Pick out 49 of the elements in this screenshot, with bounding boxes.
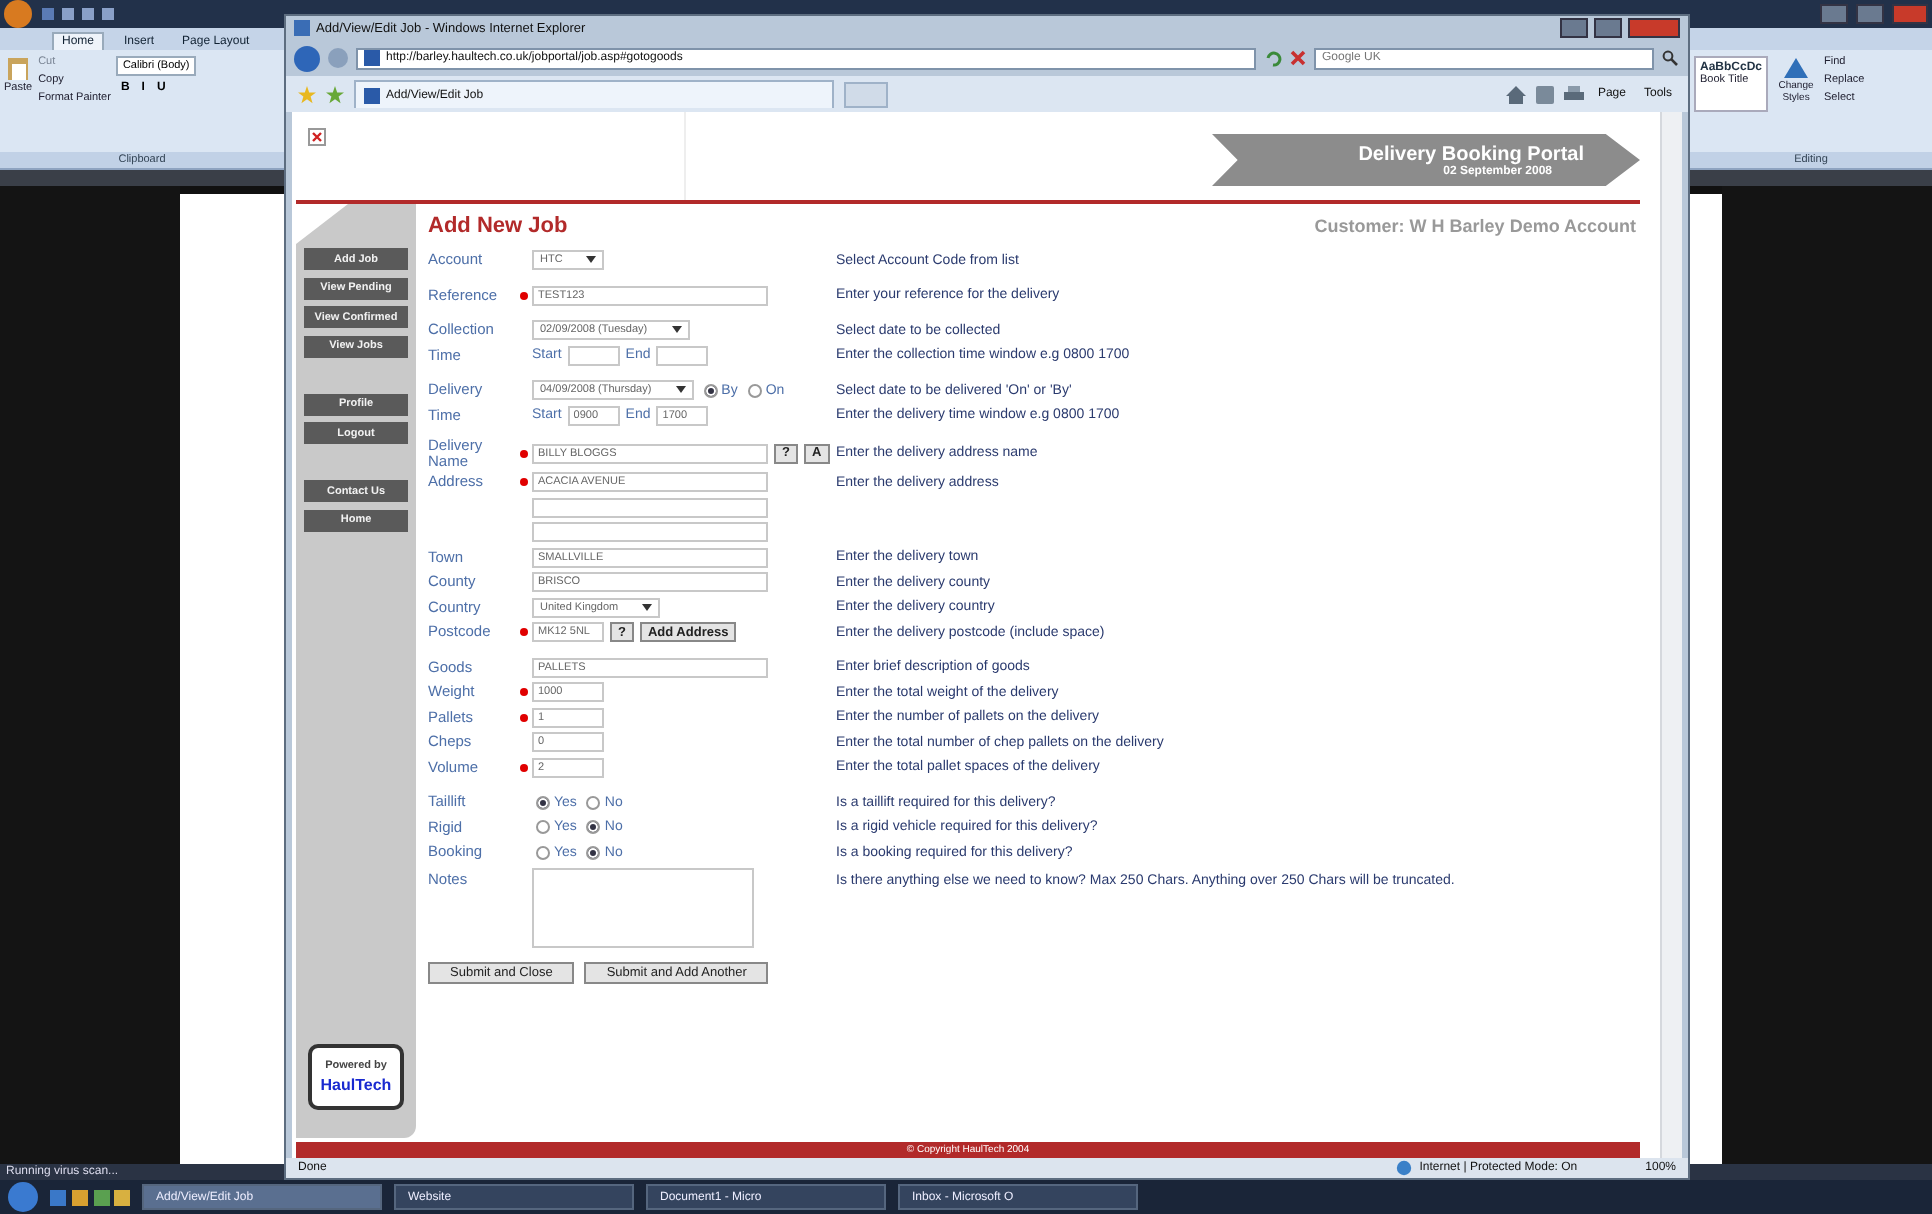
search-icon[interactable] — [1662, 50, 1678, 66]
portal-title: Delivery Booking Portal — [1358, 143, 1584, 165]
close-icon[interactable] — [1628, 18, 1680, 38]
caret-icon — [586, 256, 597, 265]
maximize-icon[interactable] — [1594, 18, 1622, 38]
required-dot — [520, 713, 528, 721]
feed-icon[interactable] — [1535, 85, 1554, 103]
quick-launch-icon[interactable] — [50, 1187, 130, 1207]
page-icon — [294, 20, 310, 36]
back-button[interactable] — [294, 45, 320, 71]
page-heading: Add New Job — [428, 214, 568, 238]
quick-access-icon[interactable] — [40, 6, 120, 22]
home-icon[interactable] — [1505, 85, 1526, 103]
required-dot — [520, 688, 528, 696]
new-tab-button[interactable] — [844, 81, 888, 107]
page-icon — [364, 87, 380, 103]
forward-button[interactable] — [328, 48, 348, 68]
add-favorites-icon[interactable] — [326, 85, 344, 103]
broken-image-icon — [308, 128, 326, 146]
clipboard-icon — [6, 56, 31, 82]
caret-icon — [642, 603, 653, 611]
start-button[interactable] — [8, 1182, 38, 1212]
caret-icon — [675, 386, 686, 395]
close-icon[interactable] — [1892, 4, 1928, 24]
maximize-icon[interactable] — [1856, 4, 1884, 24]
notes-field[interactable] — [532, 868, 754, 949]
end-time-field[interactable] — [656, 345, 709, 366]
page-icon — [364, 50, 380, 66]
scrollbar[interactable] — [1660, 112, 1682, 1158]
required-dot — [520, 628, 528, 636]
triangle-icon — [1782, 56, 1811, 80]
refresh-icon[interactable] — [1264, 49, 1282, 67]
required-dot — [520, 291, 528, 300]
start-time-field[interactable] — [567, 345, 620, 366]
minimize-icon[interactable] — [1560, 18, 1588, 38]
print-icon[interactable] — [1563, 85, 1584, 103]
customer-name: Customer: W H Barley Demo Account — [1314, 216, 1636, 236]
text-field[interactable] — [532, 497, 768, 517]
office-button[interactable] — [4, 0, 32, 28]
minimize-icon[interactable] — [1820, 4, 1848, 24]
required-dot — [520, 449, 528, 458]
caret-icon — [671, 326, 682, 335]
required-dot — [520, 478, 528, 486]
text-field[interactable] — [532, 522, 768, 542]
brand-name: HaulTech — [320, 1076, 392, 1094]
globe-icon — [1395, 1160, 1412, 1176]
stop-icon[interactable] — [1290, 50, 1306, 66]
required-dot — [520, 763, 528, 771]
star-icon[interactable] — [298, 85, 316, 103]
